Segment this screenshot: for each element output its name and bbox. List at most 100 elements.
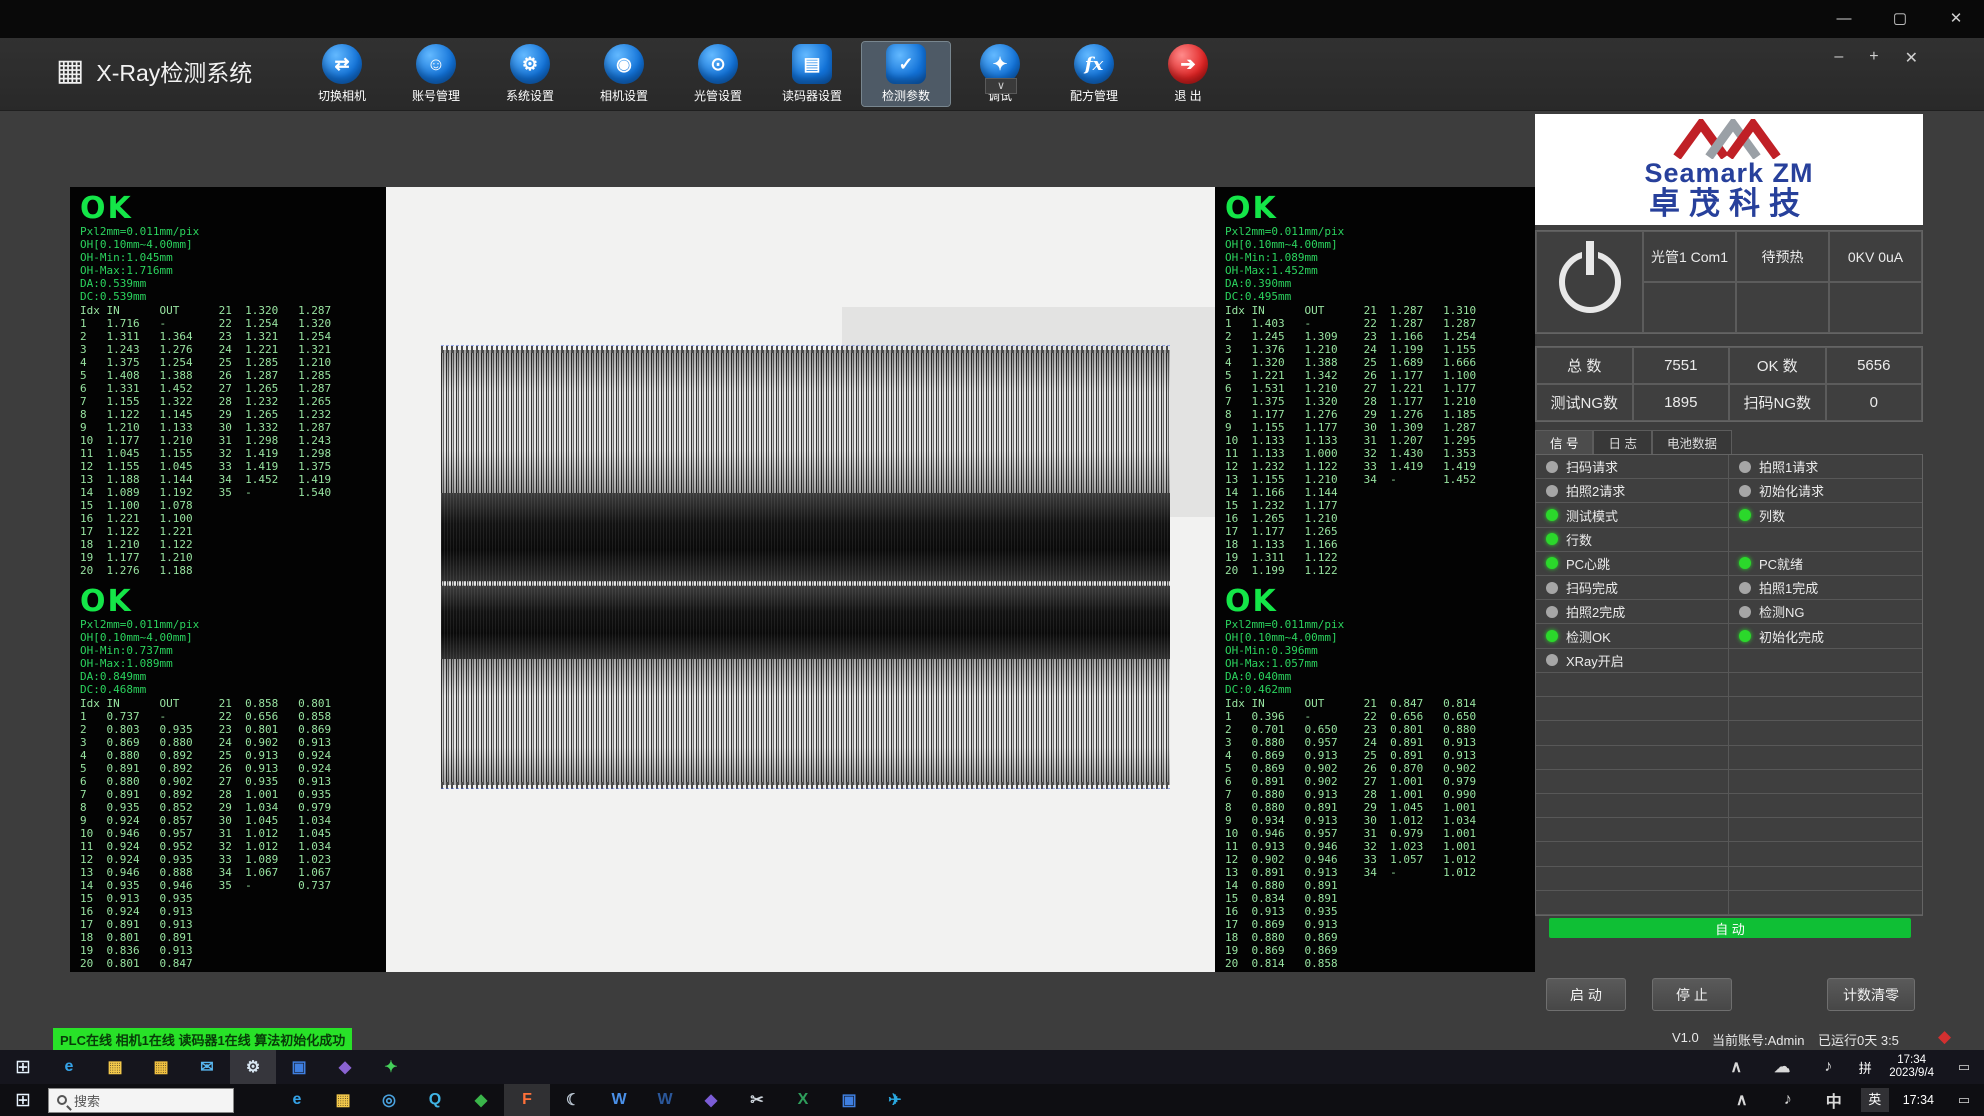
panel-info-line: DA:0.040mm — [1225, 670, 1525, 683]
clock[interactable]: 17:34 2023/9/4 — [1879, 1054, 1944, 1080]
signal-led — [1739, 509, 1751, 521]
start-button[interactable]: ⊞ — [0, 1050, 46, 1084]
app-purple-icon[interactable]: ◆ — [322, 1050, 368, 1084]
wechat-icon[interactable]: ✦ — [368, 1050, 414, 1084]
app-plane-icon[interactable]: ✈ — [872, 1084, 918, 1116]
signal-led — [1739, 630, 1751, 642]
signal-led — [1546, 509, 1558, 521]
tab-1[interactable]: 日 志 — [1593, 430, 1651, 454]
excel-icon[interactable]: X — [780, 1084, 826, 1116]
signal-cell — [1536, 891, 1729, 915]
panel-rows-left: Idx IN OUT 1 0.396 - 2 0.701 0.650 3 0.8… — [1225, 697, 1338, 970]
calendar-app-icon: ▦ — [56, 56, 84, 86]
toolbar-exit[interactable]: ➔退 出 — [1144, 42, 1232, 106]
panel-info-line: Pxl2mm=0.011mm/pix — [80, 618, 376, 631]
tray-app-logo-icon: ◆ — [1938, 1027, 1951, 1047]
browser-icon[interactable]: ◎ — [366, 1084, 412, 1116]
signal-cell: 检测OK — [1536, 624, 1729, 648]
settings-icon[interactable]: ⚙ — [230, 1050, 276, 1084]
toolbar-camera-settings[interactable]: ◉相机设置 — [580, 42, 668, 106]
count-reset-button[interactable]: 计数清零 — [1827, 978, 1915, 1011]
signal-led — [1546, 654, 1558, 666]
app-green-icon[interactable]: ◆ — [458, 1084, 504, 1116]
toolbar-account-management[interactable]: ☺账号管理 — [392, 42, 480, 106]
tray-icon[interactable]: 中 — [1811, 1084, 1857, 1116]
tray-icon[interactable]: ☁ — [1759, 1050, 1805, 1084]
edge-browser-icon[interactable]: e — [274, 1084, 320, 1116]
uptime-label: 已运行0天 3:5 — [1818, 1030, 1899, 1049]
panel-status: OK — [80, 586, 376, 618]
file-explorer-icon[interactable]: ▦ — [320, 1084, 366, 1116]
toolbar-system-settings[interactable]: ⚙系统设置 — [486, 42, 574, 106]
chevron-down-icon[interactable]: ∨ — [985, 78, 1017, 94]
taskbar-search-input[interactable]: 搜索 — [48, 1088, 234, 1113]
app-violet-icon[interactable]: ◆ — [688, 1084, 734, 1116]
tray-icon[interactable]: ∧ — [1713, 1050, 1759, 1084]
toolbar-switch-camera[interactable]: ⇄切换相机 — [298, 42, 386, 106]
stat-value: 5656 — [1826, 347, 1923, 384]
tray-icon[interactable]: ♪ — [1805, 1050, 1851, 1084]
signal-cell — [1729, 721, 1922, 745]
signal-cell — [1729, 649, 1922, 673]
folder-icon[interactable]: ▦ — [138, 1050, 184, 1084]
signal-label: 初始化完成 — [1759, 627, 1824, 646]
device-status-table: 光管1 Com1 待预热 0KV 0uA — [1535, 230, 1923, 334]
signal-cell — [1729, 746, 1922, 770]
start-run-button[interactable]: 启 动 — [1546, 978, 1626, 1011]
app-moon-icon[interactable]: ☾ — [550, 1084, 596, 1116]
app-close-button[interactable]: ✕ — [1905, 48, 1918, 68]
signal-cell — [1729, 818, 1922, 842]
camera-settings-icon: ◉ — [604, 44, 644, 84]
brand-name: Seamark ZM — [1644, 159, 1813, 187]
panel-status: OK — [80, 193, 376, 225]
signal-led — [1546, 582, 1558, 594]
clock-2[interactable]: 17:34 — [1893, 1093, 1944, 1107]
notification-center-icon-2[interactable]: ▭ — [1944, 1092, 1984, 1108]
qq-icon[interactable]: Q — [412, 1084, 458, 1116]
account-label: 当前账号:Admin — [1712, 1030, 1804, 1049]
toolbar-recipe-management[interactable]: fx配方管理 — [1050, 42, 1138, 106]
panel-info-line: OH[0.10mm~4.00mm] — [80, 631, 376, 644]
switch-camera-icon: ⇄ — [322, 44, 362, 84]
tray-icon[interactable]: ∧ — [1719, 1084, 1765, 1116]
app-blue-icon[interactable]: ▣ — [276, 1050, 322, 1084]
tab-2[interactable]: 电池数据 — [1652, 430, 1732, 454]
taskbar-bottom-tray-area: ∧♪中 英 17:34 ▭ — [1719, 1084, 1984, 1116]
tab-0[interactable]: 信 号 — [1535, 430, 1593, 454]
firefox-icon[interactable]: F — [504, 1084, 550, 1116]
notification-center-icon[interactable]: ▭ — [1944, 1059, 1984, 1075]
measure-panel-bottom-left: OKPxl2mm=0.011mm/pixOH[0.10mm~4.00mm]OH-… — [70, 580, 386, 973]
panel-columns: Idx IN OUT 1 1.403 - 2 1.245 1.309 3 1.3… — [1225, 304, 1525, 577]
word-icon[interactable]: W — [596, 1084, 642, 1116]
window-minimize-button[interactable]: — — [1816, 0, 1872, 38]
word-2-icon[interactable]: W — [642, 1084, 688, 1116]
signal-cell — [1536, 746, 1729, 770]
panel-info-line: DC:0.462mm — [1225, 683, 1525, 696]
edge-browser-icon[interactable]: e — [46, 1050, 92, 1084]
language-indicator[interactable]: 英 — [1861, 1088, 1889, 1112]
tray-icon[interactable]: ♪ — [1765, 1084, 1811, 1116]
signal-label: 测试模式 — [1566, 506, 1618, 525]
ime-indicator[interactable]: 拼 — [1851, 1058, 1879, 1077]
signal-cell — [1536, 842, 1729, 866]
power-button[interactable] — [1559, 251, 1621, 313]
toolbar-detection-params[interactable]: ✓检测参数 — [862, 42, 950, 106]
app-maximize-button[interactable]: + — [1869, 48, 1878, 68]
auto-mode-button[interactable]: 自 动 — [1549, 918, 1911, 938]
toolbar-tube-settings[interactable]: ⊙光管设置 — [674, 42, 762, 106]
signal-label: 检测OK — [1566, 627, 1611, 646]
toolbar-debug[interactable]: ✦调试 — [956, 42, 1044, 106]
window-close-button[interactable]: ✕ — [1928, 0, 1984, 38]
window-maximize-button[interactable]: ▢ — [1872, 0, 1928, 38]
stop-run-button[interactable]: 停 止 — [1652, 978, 1732, 1011]
app-blue-icon[interactable]: ▣ — [826, 1084, 872, 1116]
app-minimize-button[interactable]: – — [1834, 48, 1843, 68]
toolbar-reader-settings[interactable]: ▤读码器设置 — [768, 42, 856, 106]
file-explorer-icon[interactable]: ▦ — [92, 1050, 138, 1084]
app-window-controls: – + ✕ — [1834, 48, 1918, 68]
snip-tool-icon[interactable]: ✂ — [734, 1084, 780, 1116]
start-button-2[interactable]: ⊞ — [0, 1084, 46, 1116]
panel-info-line: Pxl2mm=0.011mm/pix — [1225, 618, 1525, 631]
stat-label: 测试NG数 — [1536, 384, 1633, 421]
mail-icon[interactable]: ✉ — [184, 1050, 230, 1084]
